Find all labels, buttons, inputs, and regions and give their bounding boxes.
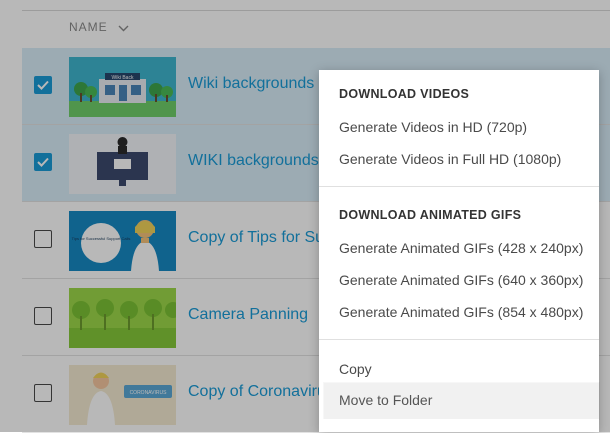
menu-item-gif-854[interactable]: Generate Animated GIFs (854 x 480px)	[339, 304, 583, 320]
menu-item-gif-640[interactable]: Generate Animated GIFs (640 x 360px)	[339, 272, 583, 288]
menu-item-move-to-folder-label: Move to Folder	[339, 392, 433, 408]
menu-section-download-gifs: DOWNLOAD ANIMATED GIFS	[339, 208, 522, 222]
menu-item-gif-428[interactable]: Generate Animated GIFs (428 x 240px)	[339, 240, 583, 256]
menu-divider	[319, 186, 599, 187]
menu-divider	[319, 339, 599, 340]
menu-item-video-hd[interactable]: Generate Videos in HD (720p)	[339, 119, 527, 135]
video-list-page: NAME Wiki Back Wiki backgrounds WIKI bac…	[0, 0, 610, 433]
menu-item-copy[interactable]: Copy	[339, 361, 372, 377]
menu-item-move-to-folder[interactable]: Move to Folder	[324, 383, 599, 419]
download-menu: DOWNLOAD VIDEOS Generate Videos in HD (7…	[319, 70, 599, 432]
menu-item-video-fullhd[interactable]: Generate Videos in Full HD (1080p)	[339, 151, 561, 167]
menu-bottom-edge	[319, 419, 599, 432]
menu-section-download-videos: DOWNLOAD VIDEOS	[339, 87, 470, 101]
